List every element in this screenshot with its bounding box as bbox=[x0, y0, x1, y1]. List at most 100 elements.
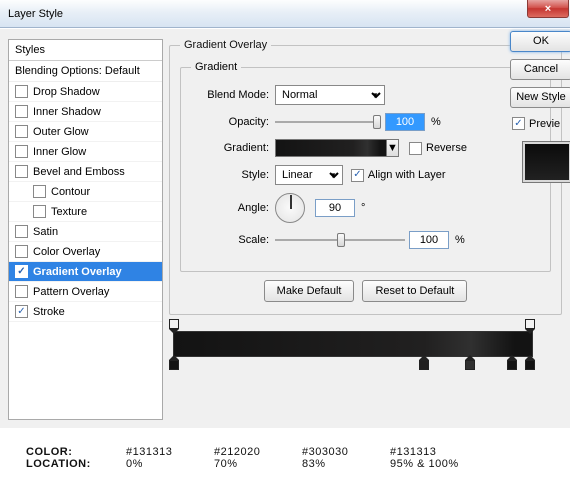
gradient-group: Gradient Blend Mode: Normal ▼ Opacity: %… bbox=[180, 61, 551, 272]
checkbox-icon[interactable] bbox=[15, 85, 28, 98]
align-checkbox[interactable] bbox=[351, 169, 364, 182]
options-panel: Gradient Overlay Gradient Blend Mode: No… bbox=[169, 39, 562, 420]
style-label: Inner Glow bbox=[33, 146, 86, 158]
titlebar[interactable]: Layer Style × bbox=[0, 0, 570, 28]
style-label: Bevel and Emboss bbox=[33, 166, 125, 178]
color-stop[interactable] bbox=[169, 355, 179, 369]
preview-label: Previe bbox=[529, 118, 560, 130]
checkbox-icon[interactable] bbox=[15, 105, 28, 118]
style-row-inner-shadow[interactable]: Inner Shadow bbox=[9, 102, 162, 122]
footer-cell: 83% bbox=[302, 458, 390, 470]
reset-default-button[interactable]: Reset to Default bbox=[362, 280, 467, 302]
checkbox-icon[interactable] bbox=[33, 185, 46, 198]
dialog-body: Styles Blending Options: Default Drop Sh… bbox=[0, 28, 570, 428]
checkbox-icon[interactable] bbox=[15, 165, 28, 178]
style-row-satin[interactable]: Satin bbox=[9, 222, 162, 242]
checkbox-icon[interactable] bbox=[15, 225, 28, 238]
style-row-bevel-emboss[interactable]: Bevel and Emboss bbox=[9, 162, 162, 182]
gradient-editor[interactable] bbox=[169, 331, 537, 357]
angle-label: Angle: bbox=[191, 202, 269, 214]
footer-cell: #303030 bbox=[302, 446, 390, 458]
reverse-checkbox[interactable] bbox=[409, 142, 422, 155]
opacity-stop[interactable] bbox=[169, 319, 179, 333]
footer-cell: 0% bbox=[126, 458, 214, 470]
degree-label: ° bbox=[361, 202, 365, 214]
style-label: Style: bbox=[191, 169, 269, 181]
close-icon: × bbox=[545, 3, 551, 15]
preview-checkbox[interactable] bbox=[512, 117, 525, 130]
style-row-outer-glow[interactable]: Outer Glow bbox=[9, 122, 162, 142]
style-label: Satin bbox=[33, 226, 58, 238]
scale-slider[interactable] bbox=[275, 239, 405, 241]
checkbox-icon[interactable] bbox=[15, 245, 28, 258]
gradient-track[interactable] bbox=[173, 331, 533, 357]
checkbox-icon[interactable] bbox=[15, 305, 28, 318]
footer-info: COLOR: #131313 #212020 #303030 #131313 L… bbox=[0, 428, 570, 488]
blend-mode-select[interactable]: Normal bbox=[275, 85, 385, 105]
color-stop[interactable] bbox=[465, 355, 475, 369]
style-row-gradient-overlay[interactable]: Gradient Overlay bbox=[9, 262, 162, 282]
make-default-button[interactable]: Make Default bbox=[264, 280, 355, 302]
style-row-contour[interactable]: Contour bbox=[9, 182, 162, 202]
style-row-inner-glow[interactable]: Inner Glow bbox=[9, 142, 162, 162]
color-stop[interactable] bbox=[419, 355, 429, 369]
checkbox-icon[interactable] bbox=[15, 265, 28, 278]
blend-mode-label: Blend Mode: bbox=[191, 89, 269, 101]
style-label: Gradient Overlay bbox=[33, 266, 122, 278]
style-label: Stroke bbox=[33, 306, 65, 318]
style-row-stroke[interactable]: Stroke bbox=[9, 302, 162, 322]
window-title: Layer Style bbox=[8, 8, 63, 20]
footer-color-label: COLOR: bbox=[26, 446, 126, 458]
inner-title: Gradient bbox=[191, 61, 241, 73]
styles-list: Styles Blending Options: Default Drop Sh… bbox=[8, 39, 163, 420]
style-select[interactable]: Linear bbox=[275, 165, 343, 185]
footer-cell: 70% bbox=[214, 458, 302, 470]
footer-cell: #212020 bbox=[214, 446, 302, 458]
style-row-texture[interactable]: Texture bbox=[9, 202, 162, 222]
scale-input[interactable] bbox=[409, 231, 449, 249]
style-label: Outer Glow bbox=[33, 126, 89, 138]
percent-label: % bbox=[431, 116, 441, 128]
preview-swatch bbox=[522, 141, 570, 183]
footer-cell: #131313 bbox=[126, 446, 214, 458]
color-stop[interactable] bbox=[507, 355, 517, 369]
opacity-input[interactable] bbox=[385, 113, 425, 131]
gradient-label: Gradient: bbox=[191, 142, 269, 154]
style-label: Pattern Overlay bbox=[33, 286, 109, 298]
close-button[interactable]: × bbox=[527, 0, 569, 18]
angle-dial[interactable] bbox=[275, 193, 305, 223]
style-label: Texture bbox=[51, 206, 87, 218]
gradient-overlay-group: Gradient Overlay Gradient Blend Mode: No… bbox=[169, 39, 562, 315]
slider-thumb-icon[interactable] bbox=[373, 115, 381, 129]
checkbox-icon[interactable] bbox=[33, 205, 46, 218]
gradient-swatch[interactable] bbox=[275, 139, 387, 157]
gradient-dropdown[interactable]: ▼ bbox=[387, 139, 399, 157]
style-label: Color Overlay bbox=[33, 246, 100, 258]
style-label: Drop Shadow bbox=[33, 86, 100, 98]
style-label: Inner Shadow bbox=[33, 106, 101, 118]
align-label: Align with Layer bbox=[368, 169, 446, 181]
color-stop[interactable] bbox=[525, 355, 535, 369]
new-style-button[interactable]: New Style bbox=[510, 87, 570, 108]
footer-location-label: LOCATION: bbox=[26, 458, 126, 470]
footer-cell: #131313 bbox=[390, 446, 478, 458]
chevron-down-icon: ▼ bbox=[387, 142, 398, 154]
styles-header[interactable]: Styles bbox=[9, 40, 162, 61]
scale-label: Scale: bbox=[191, 234, 269, 246]
style-label: Contour bbox=[51, 186, 90, 198]
style-row-color-overlay[interactable]: Color Overlay bbox=[9, 242, 162, 262]
blending-options-row[interactable]: Blending Options: Default bbox=[9, 61, 162, 82]
reverse-label: Reverse bbox=[426, 142, 467, 154]
opacity-stop[interactable] bbox=[525, 319, 535, 333]
angle-input[interactable] bbox=[315, 199, 355, 217]
checkbox-icon[interactable] bbox=[15, 285, 28, 298]
opacity-slider[interactable] bbox=[275, 121, 381, 123]
style-row-pattern-overlay[interactable]: Pattern Overlay bbox=[9, 282, 162, 302]
opacity-label: Opacity: bbox=[191, 116, 269, 128]
checkbox-icon[interactable] bbox=[15, 145, 28, 158]
cancel-button[interactable]: Cancel bbox=[510, 59, 570, 80]
style-row-drop-shadow[interactable]: Drop Shadow bbox=[9, 82, 162, 102]
slider-thumb-icon[interactable] bbox=[337, 233, 345, 247]
checkbox-icon[interactable] bbox=[15, 125, 28, 138]
ok-button[interactable]: OK bbox=[510, 31, 570, 52]
